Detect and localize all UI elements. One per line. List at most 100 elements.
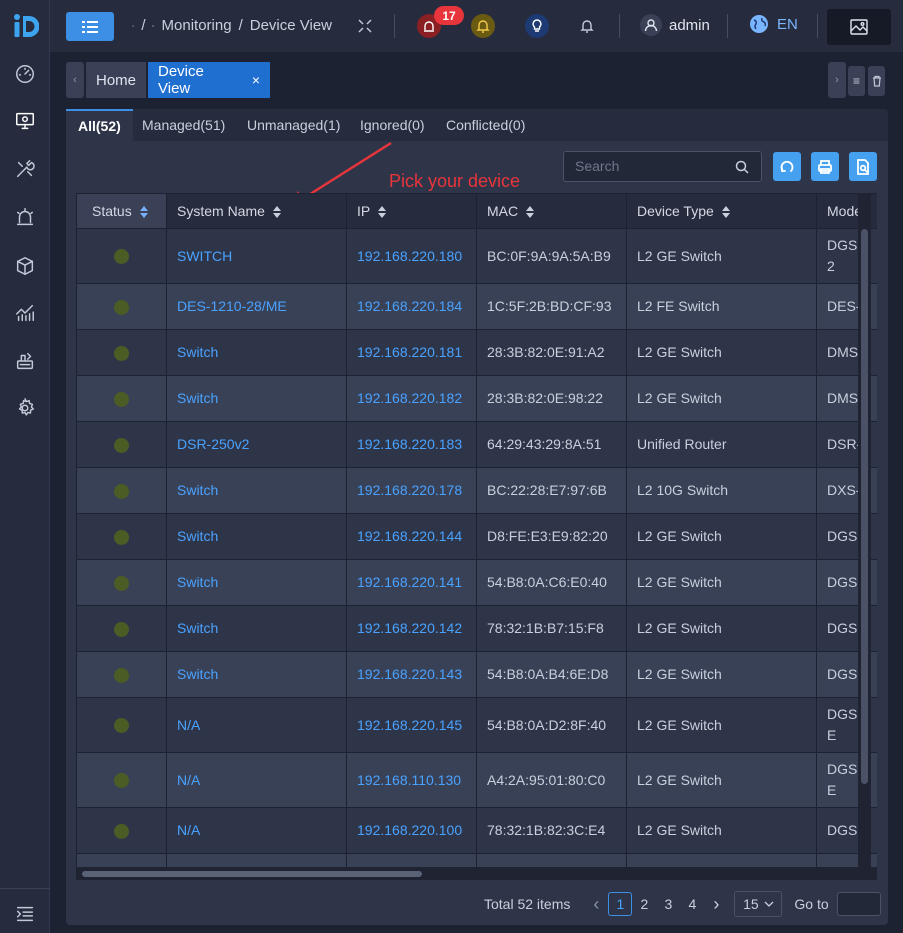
tab-device-view[interactable]: Device View × <box>148 62 270 98</box>
table-row[interactable]: DES-1210-28/ME 192.168.220.184 1C:5F:2B:BD… <box>76 283 877 330</box>
cube-icon[interactable] <box>13 254 37 278</box>
ip-link[interactable]: 192.168.220.184 <box>346 283 477 330</box>
system-name-link[interactable]: DSR-250v2 <box>166 421 347 468</box>
tabs-list-icon[interactable]: ≡ <box>848 66 865 96</box>
column-header-device-type[interactable]: Device Type <box>626 193 817 229</box>
refresh-icon[interactable] <box>773 152 801 181</box>
system-name-link[interactable]: N/A <box>166 752 347 808</box>
sort-icon[interactable] <box>272 205 282 219</box>
table-row[interactable]: SWITCH 192.168.220.180 BC:0F:9A:9A:5A:B9 L2… <box>76 228 877 284</box>
table-row[interactable]: Switch 192.168.220.178 BC:22:28:E7:97:6B L2… <box>76 467 877 514</box>
bulb-icon[interactable] <box>525 14 549 38</box>
tabs-scroll-right[interactable]: › <box>828 62 846 98</box>
prev-page-button[interactable]: ‹ <box>584 892 608 916</box>
table-row[interactable]: N/A 192.168.220.100 78:32:1B:82:3C:E4 L2 GE… <box>76 807 877 854</box>
print-icon[interactable] <box>811 152 839 181</box>
page-button[interactable]: 1 <box>608 892 633 916</box>
table-row[interactable]: N/A 192.168.110.130 A4:2A:95:01:80:C0 L2 GE… <box>76 752 877 808</box>
home-icon[interactable] <box>132 18 135 34</box>
trash-icon[interactable] <box>868 66 885 96</box>
system-name-link[interactable]: Switch <box>166 329 347 376</box>
fullscreen-icon[interactable] <box>353 14 377 38</box>
ip-link[interactable]: 192.168.220.178 <box>346 467 477 514</box>
table-row[interactable]: N/A 192.168.220.145 54:B8:0A:D2:8F:40 L2 GE… <box>76 697 877 753</box>
ip-link[interactable]: 192.168.220.100 <box>346 807 477 854</box>
page-button[interactable]: 4 <box>680 892 704 916</box>
sort-icon[interactable] <box>378 205 387 219</box>
report-icon[interactable] <box>849 152 877 181</box>
search-icon[interactable] <box>735 160 749 174</box>
system-name-link[interactable]: Switch <box>166 651 347 698</box>
column-header-system-name[interactable]: System Name <box>166 193 347 229</box>
ip-link[interactable]: 192.168.220.144 <box>346 513 477 560</box>
table-row[interactable]: Switch 192.168.220.142 78:32:1B:B7:15:F8 L2… <box>76 605 877 652</box>
tabs-scroll-left[interactable]: ‹ <box>66 62 84 98</box>
system-name-link[interactable]: Switch <box>166 375 347 422</box>
ip-link[interactable]: 192.168.220.183 <box>346 421 477 468</box>
system-name-link[interactable]: N/A <box>166 807 347 854</box>
tab-home[interactable]: Home <box>86 62 146 98</box>
image-icon[interactable] <box>827 9 891 45</box>
page-size-select[interactable]: 15 <box>734 891 783 917</box>
language-selector[interactable]: EN <box>749 14 798 34</box>
column-header-ip[interactable]: IP <box>346 193 477 229</box>
notification-bell-icon[interactable] <box>575 14 599 38</box>
monitor-icon[interactable] <box>13 109 37 133</box>
filter-tab-all[interactable]: All(52) <box>66 109 133 141</box>
analytics-icon[interactable] <box>13 301 37 325</box>
user-menu[interactable]: admin <box>640 14 710 36</box>
sort-icon[interactable] <box>526 205 535 219</box>
sort-icon[interactable] <box>139 205 149 219</box>
logo-icon[interactable] <box>11 12 40 40</box>
alarm-icon[interactable] <box>13 205 37 229</box>
filter-tab-unmanaged[interactable]: Unmanaged(1) <box>247 109 340 141</box>
system-name-link[interactable]: DES-1210-28/ME <box>166 283 347 330</box>
system-name-link[interactable]: Switch <box>166 513 347 560</box>
device-type-cell: L2 GE Switch <box>626 228 817 284</box>
tools-icon[interactable] <box>13 157 37 181</box>
sort-icon[interactable] <box>721 205 731 219</box>
gear-icon[interactable] <box>13 396 37 420</box>
table-row[interactable]: DSR-250v2 192.168.220.183 64:29:43:29:8A:5… <box>76 421 877 468</box>
page-button[interactable]: 2 <box>632 892 656 916</box>
table-row[interactable]: Switch 192.168.220.181 28:3B:82:0E:91:A2 L2… <box>76 329 877 376</box>
ip-link[interactable]: 192.168.110.130 <box>346 752 477 808</box>
ip-link[interactable] <box>346 853 477 867</box>
menu-icon[interactable] <box>66 12 114 41</box>
ip-link[interactable]: 192.168.220.142 <box>346 605 477 652</box>
maintenance-icon[interactable] <box>13 349 37 373</box>
horizontal-scrollbar[interactable] <box>82 871 422 877</box>
ip-link[interactable]: 192.168.220.182 <box>346 375 477 422</box>
column-header-status[interactable]: Status <box>76 193 167 229</box>
page-button[interactable]: 3 <box>656 892 680 916</box>
system-name-link[interactable]: SWITCH <box>166 228 347 284</box>
vertical-scrollbar[interactable] <box>861 229 868 784</box>
breadcrumb-monitoring[interactable]: Monitoring <box>162 17 232 34</box>
ip-link[interactable]: 192.168.220.143 <box>346 651 477 698</box>
dashboard-icon[interactable] <box>13 62 37 86</box>
ip-link[interactable]: 192.168.220.180 <box>346 228 477 284</box>
collapse-icon[interactable] <box>13 902 37 926</box>
ip-link[interactable]: 192.168.220.141 <box>346 559 477 606</box>
bell-icon[interactable] <box>471 14 495 38</box>
system-name-link[interactable]: Switch <box>166 559 347 606</box>
filter-tab-managed[interactable]: Managed(51) <box>142 109 225 141</box>
system-name-link[interactable]: N/A <box>166 697 347 753</box>
table-row[interactable]: Switch 192.168.220.141 54:B8:0A:C6:E0:40 L2… <box>76 559 877 606</box>
search-input[interactable]: Search <box>563 151 762 182</box>
ip-link[interactable]: 192.168.220.181 <box>346 329 477 376</box>
table-row[interactable]: Switch 192.168.220.143 54:B8:0A:B4:6E:D8 L2… <box>76 651 877 698</box>
close-icon[interactable]: × <box>252 72 260 88</box>
filter-tab-ignored[interactable]: Ignored(0) <box>360 109 425 141</box>
table-row[interactable] <box>76 853 877 867</box>
goto-page-input[interactable] <box>836 892 881 916</box>
filter-tab-conflicted[interactable]: Conflicted(0) <box>446 109 525 141</box>
system-name-link[interactable]: Switch <box>166 605 347 652</box>
next-page-button[interactable]: › <box>704 892 728 916</box>
system-name-link[interactable] <box>166 853 347 867</box>
system-name-link[interactable]: Switch <box>166 467 347 514</box>
table-row[interactable]: Switch 192.168.220.182 28:3B:82:0E:98:22 L2… <box>76 375 877 422</box>
column-header-mac[interactable]: MAC <box>476 193 627 229</box>
table-row[interactable]: Switch 192.168.220.144 D8:FE:E3:E9:82:20 L2… <box>76 513 877 560</box>
ip-link[interactable]: 192.168.220.145 <box>346 697 477 753</box>
